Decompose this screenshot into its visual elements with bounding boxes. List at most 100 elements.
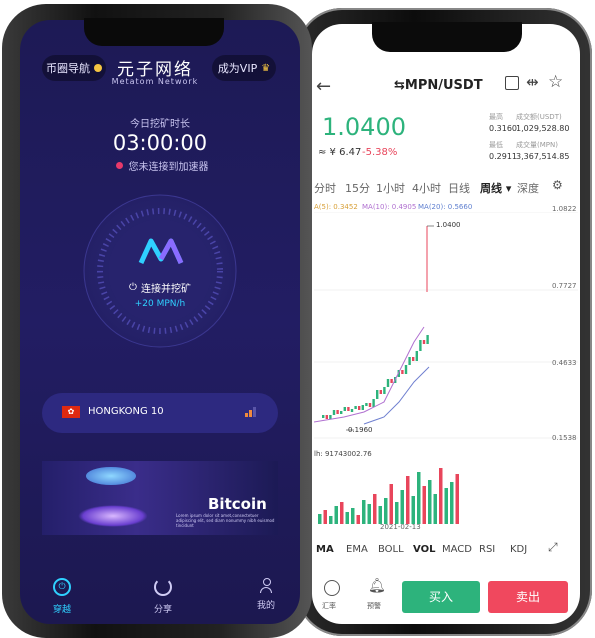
candlestick-chart[interactable] (314, 212, 578, 452)
banner-text: Lorem ipsum dolor sit amet,consectetuer … (176, 513, 275, 528)
stat-high-label: 最高 (489, 113, 503, 121)
candle (426, 335, 429, 344)
indicator-vol[interactable]: VOL (413, 544, 435, 555)
tab-travel[interactable]: ⏻ 穿越 (42, 578, 82, 615)
exchange-rate-icon[interactable] (324, 580, 340, 596)
tab-share-label: 分享 (153, 605, 172, 615)
volume-bar (367, 504, 371, 524)
power-icon: ⏻ (129, 282, 137, 293)
coin-platform-image (86, 467, 136, 485)
back-arrow-icon[interactable]: ← (316, 76, 331, 97)
candle (340, 411, 343, 414)
volume-bar (356, 515, 360, 524)
compare-icon[interactable]: ⇹ (526, 73, 539, 91)
candle (386, 379, 390, 387)
volume-bar (351, 508, 355, 524)
stat-low-value: 0.2911 (489, 152, 517, 161)
volume-chart (318, 468, 459, 524)
tab-depth[interactable]: 深度 (517, 180, 539, 196)
tab-timeframe-week[interactable]: 周线 ▾ (480, 180, 511, 196)
volume-bar (428, 480, 432, 524)
volume-bar (362, 500, 366, 524)
candle (358, 406, 361, 410)
user-icon (260, 578, 272, 594)
candle (350, 409, 354, 412)
volume-bar (323, 510, 327, 524)
candle (376, 390, 379, 399)
indicator-kdj[interactable]: KDJ (510, 544, 527, 555)
crypto-nav-button[interactable]: 币圈导航 (42, 55, 106, 81)
candle (361, 405, 364, 410)
stat-amount-label: 成交额(USDT) (516, 113, 562, 121)
favorite-star-icon[interactable]: ☆ (548, 72, 563, 92)
candle (322, 415, 325, 418)
volume-bar (433, 494, 437, 524)
tab-timeframe-fenshi[interactable]: 分时 (314, 180, 336, 196)
tab-timeframe-day[interactable]: 日线 (448, 180, 470, 196)
candle (412, 357, 415, 361)
crypto-nav-label: 币圈导航 (46, 62, 90, 75)
candle (383, 387, 386, 394)
trading-pair-title[interactable]: ⇆MPN/USDT (394, 78, 483, 93)
phone-notch (84, 18, 224, 46)
vip-label: 成为VIP (217, 62, 258, 75)
connect-dial[interactable] (82, 193, 238, 349)
volume-bar (378, 506, 382, 524)
ma-line (314, 326, 425, 423)
price-axis-tick: 1.0822 (552, 205, 577, 213)
share-out-icon[interactable] (505, 76, 519, 90)
volume-bar (334, 506, 338, 524)
become-vip-button[interactable]: 成为VIP ♛ (212, 55, 276, 81)
volume-bar (384, 498, 388, 524)
signal-icon (245, 405, 259, 417)
volume-bar (395, 502, 399, 524)
alert-label[interactable]: 预警 (367, 601, 381, 611)
last-price: 1.0400 (322, 113, 406, 141)
volume-bar (406, 476, 410, 524)
app-subtitle: Metatom Network (111, 77, 199, 86)
ma5-label: A(5): 0.3452 (314, 203, 358, 211)
metatom-logo-icon (138, 238, 184, 265)
ma10-label: MA(10): 0.4905 (362, 203, 417, 211)
indicator-ema[interactable]: EMA (346, 544, 368, 555)
price-cny: ≈ ¥ 6.47 (318, 147, 362, 158)
mining-rate: +20 MPN/h (134, 299, 186, 309)
volume-bar (439, 468, 443, 524)
volume-bar (417, 472, 421, 524)
tab-profile[interactable]: 我的 (246, 578, 286, 611)
bell-icon[interactable]: 🔔︎ (368, 578, 386, 594)
volume-bar (318, 514, 322, 524)
hongkong-flag-icon: ✿ (62, 406, 80, 418)
ma20-label: MA(20): 0.5660 (418, 203, 473, 211)
share-icon (154, 578, 172, 596)
fullscreen-icon[interactable]: ⤢ (548, 540, 558, 555)
sell-button[interactable]: 卖出 (488, 581, 568, 613)
buy-button[interactable]: 买入 (402, 581, 480, 613)
connect-mine-label-row[interactable]: ⏻ 连接并挖矿 (112, 280, 208, 295)
tab-share[interactable]: 分享 (143, 578, 183, 615)
tab-timeframe-1h[interactable]: 1小时 (376, 180, 405, 196)
candle (354, 406, 357, 409)
volume-bar (455, 474, 459, 524)
mining-time: 03:00:00 (112, 131, 208, 155)
indicator-macd[interactable]: MACD (442, 544, 472, 555)
candle (336, 410, 339, 414)
chart-low-marker: 0.1960 (348, 426, 373, 434)
volume-bar (411, 496, 415, 524)
stat-volume-label: 成交量(MPN) (516, 141, 558, 149)
status-row: 您未连接到加速器 (82, 158, 242, 173)
volume-bar (373, 494, 377, 524)
chart-settings-icon[interactable]: ⚙ (552, 178, 563, 192)
ma-line (363, 366, 430, 425)
volume-bar (400, 490, 404, 524)
tab-timeframe-4h[interactable]: 4小时 (412, 180, 441, 196)
tab-timeframe-15m[interactable]: 15分 (345, 180, 370, 196)
chart-high-marker: 1.0400 (436, 221, 461, 229)
exchange-rate-label[interactable]: 汇率 (322, 601, 336, 611)
candle (347, 407, 350, 411)
indicator-ma[interactable]: MA (316, 544, 334, 555)
candle (343, 407, 346, 411)
indicator-rsi[interactable]: RSI (479, 544, 495, 555)
indicator-boll[interactable]: BOLL (378, 544, 404, 555)
status-text: 您未连接到加速器 (128, 162, 209, 173)
